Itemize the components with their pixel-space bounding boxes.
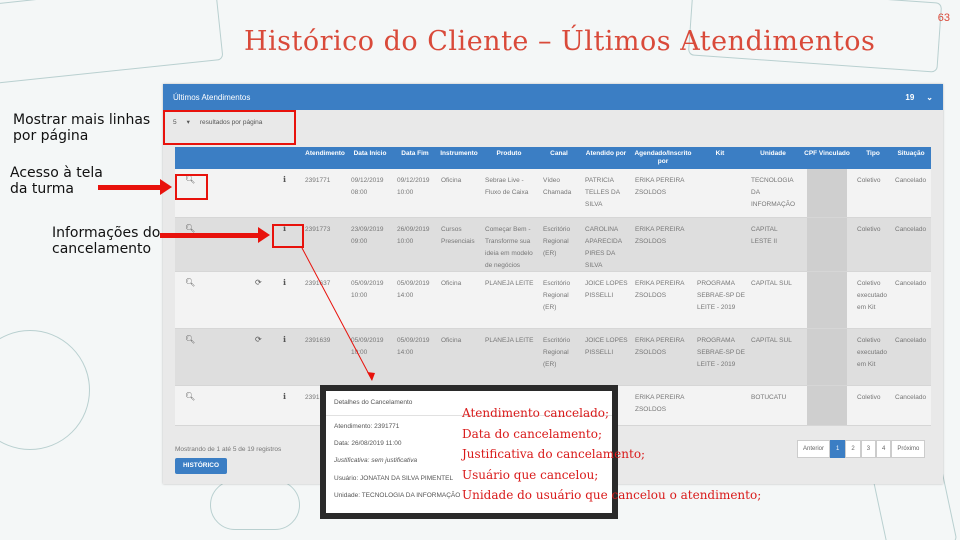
- detail-justificativa: Justificativa: sem justificativa: [334, 457, 418, 464]
- callout-item: Data do cancelamento;: [462, 426, 603, 441]
- detail-atendimento: Atendimento: 2391771: [334, 423, 400, 430]
- callout-list: Atendimento cancelado; Data do cancelame…: [462, 403, 761, 506]
- detail-data: Data: 26/08/2019 11:00: [334, 440, 402, 447]
- detail-unidade: Unidade: TECNOLOGIA DA INFORMAÇÃO: [334, 492, 461, 499]
- callout-item: Unidade do usuário que cancelou o atendi…: [462, 488, 762, 502]
- callout-item: Atendimento cancelado;: [462, 406, 610, 420]
- callout-item: Justificativa do cancelamento;: [462, 447, 646, 461]
- detail-usuario: Usuário: JONATAN DA SILVA PIMENTEL: [334, 475, 454, 482]
- detail-title: Detalhes do Cancelamento: [334, 399, 413, 406]
- callout-item: Usuário que cancelou;: [462, 467, 599, 482]
